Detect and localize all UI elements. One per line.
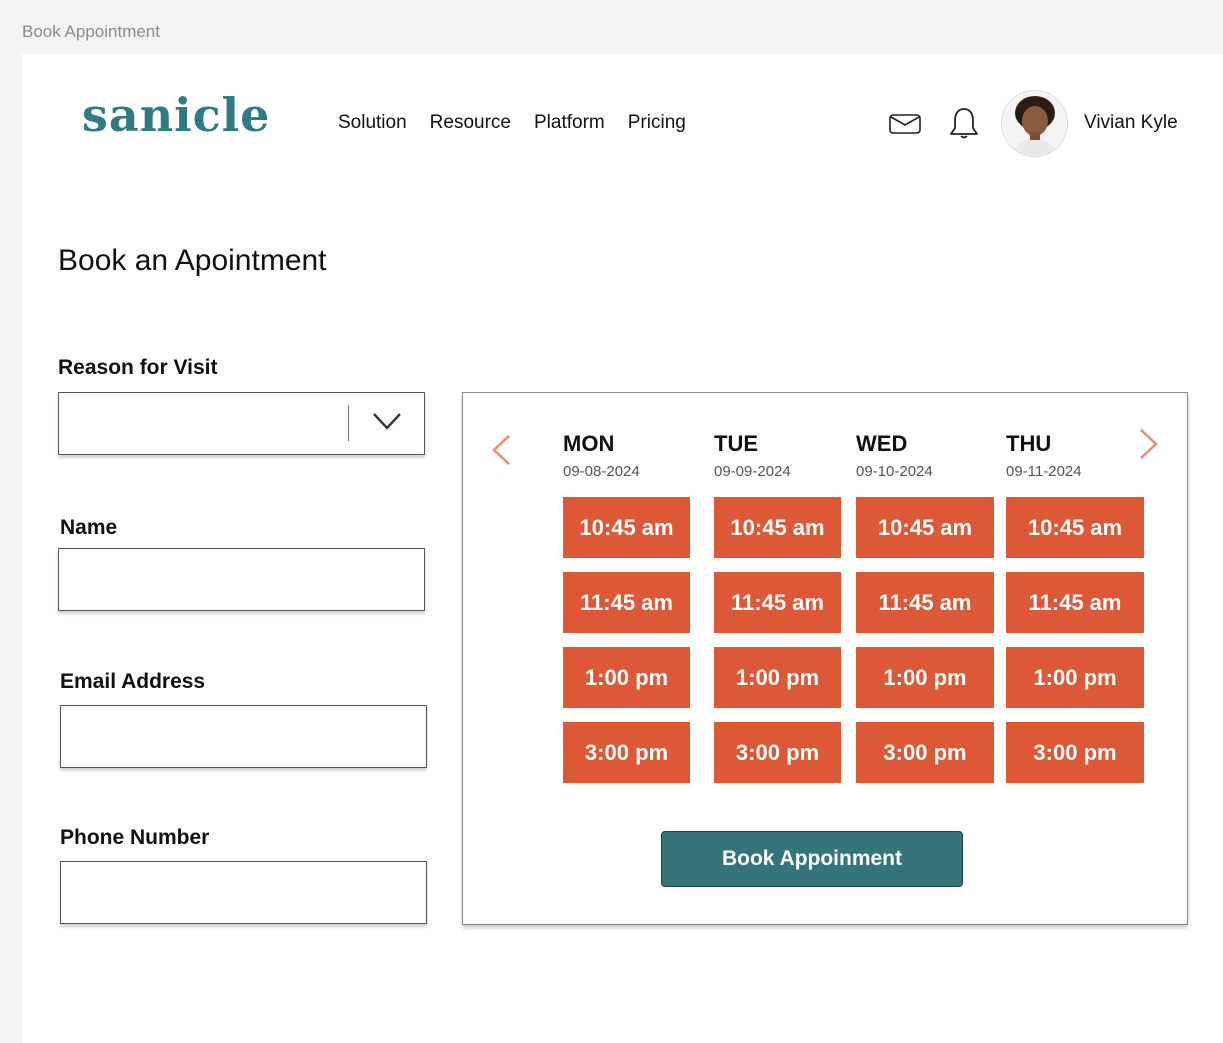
phone-label: Phone Number [60,826,210,849]
reason-select[interactable] [58,392,425,455]
time-slot-mon-3[interactable]: 1:00 pm [563,647,690,708]
day-name: WED [856,431,908,456]
day-date: 09-10-2024 [856,463,933,480]
day-date: 09-11-2024 [1006,463,1082,480]
select-divider [348,405,349,441]
time-slot-wed-3[interactable]: 1:00 pm [856,647,994,708]
time-slot-tue-3[interactable]: 1:00 pm [714,647,841,708]
email-field[interactable] [60,705,427,768]
phone-field[interactable] [60,861,427,924]
nav-pricing[interactable]: Pricing [628,112,686,134]
appointment-calendar: MON 09-08-2024 TUE 09-09-2024 WED 09-10-… [462,392,1188,925]
name-label: Name [60,516,118,539]
page-title: Book an Apointment [58,244,327,277]
time-slot-wed-4[interactable]: 3:00 pm [856,722,994,783]
time-slot-mon-1[interactable]: 10:45 am [563,497,690,558]
time-slot-thu-2[interactable]: 11:45 am [1006,572,1144,633]
app-canvas: sanicle Solution Resource Platform Prici… [22,54,1223,1043]
main-nav: Solution Resource Platform Pricing [338,112,686,134]
chevron-down-icon[interactable] [372,411,402,431]
avatar-portrait-icon [1002,91,1067,156]
logo[interactable]: sanicle [82,90,270,140]
nav-platform[interactable]: Platform [534,112,605,134]
name-input[interactable] [59,549,424,610]
day-header-wed: WED 09-10-2024 [856,431,933,480]
book-appointment-button[interactable]: Book Appoinment [661,831,963,887]
time-slot-thu-3[interactable]: 1:00 pm [1006,647,1144,708]
name-field[interactable] [58,548,425,611]
day-date: 09-09-2024 [714,463,791,480]
time-slot-thu-4[interactable]: 3:00 pm [1006,722,1144,783]
bell-icon[interactable] [948,106,980,140]
phone-input[interactable] [61,862,426,923]
user-name[interactable]: Vivian Kyle [1084,112,1178,134]
time-slot-tue-1[interactable]: 10:45 am [714,497,841,558]
time-slot-wed-1[interactable]: 10:45 am [856,497,994,558]
day-header-tue: TUE 09-09-2024 [714,431,791,480]
time-slot-wed-2[interactable]: 11:45 am [856,572,994,633]
reason-select-value[interactable] [59,393,424,454]
mail-icon[interactable] [889,114,921,134]
reason-label: Reason for Visit [58,356,218,379]
time-slot-thu-1[interactable]: 10:45 am [1006,497,1144,558]
day-header-mon: MON 09-08-2024 [563,431,640,480]
chevron-right-icon[interactable] [1137,427,1161,461]
nav-solution[interactable]: Solution [338,112,407,134]
day-date: 09-08-2024 [563,463,640,480]
email-input[interactable] [61,706,426,767]
window-title: Book Appointment [22,22,160,41]
day-name: MON [563,431,615,456]
email-label: Email Address [60,670,206,693]
avatar[interactable] [1001,90,1068,157]
day-name: TUE [714,431,758,456]
day-name: THU [1006,431,1052,456]
time-slot-tue-2[interactable]: 11:45 am [714,572,841,633]
time-slot-mon-2[interactable]: 11:45 am [563,572,690,633]
time-slot-mon-4[interactable]: 3:00 pm [563,722,690,783]
nav-resource[interactable]: Resource [430,112,511,134]
time-slot-tue-4[interactable]: 3:00 pm [714,722,841,783]
day-header-thu: THU 09-11-2024 [1006,431,1082,480]
chevron-left-icon[interactable] [489,433,513,467]
